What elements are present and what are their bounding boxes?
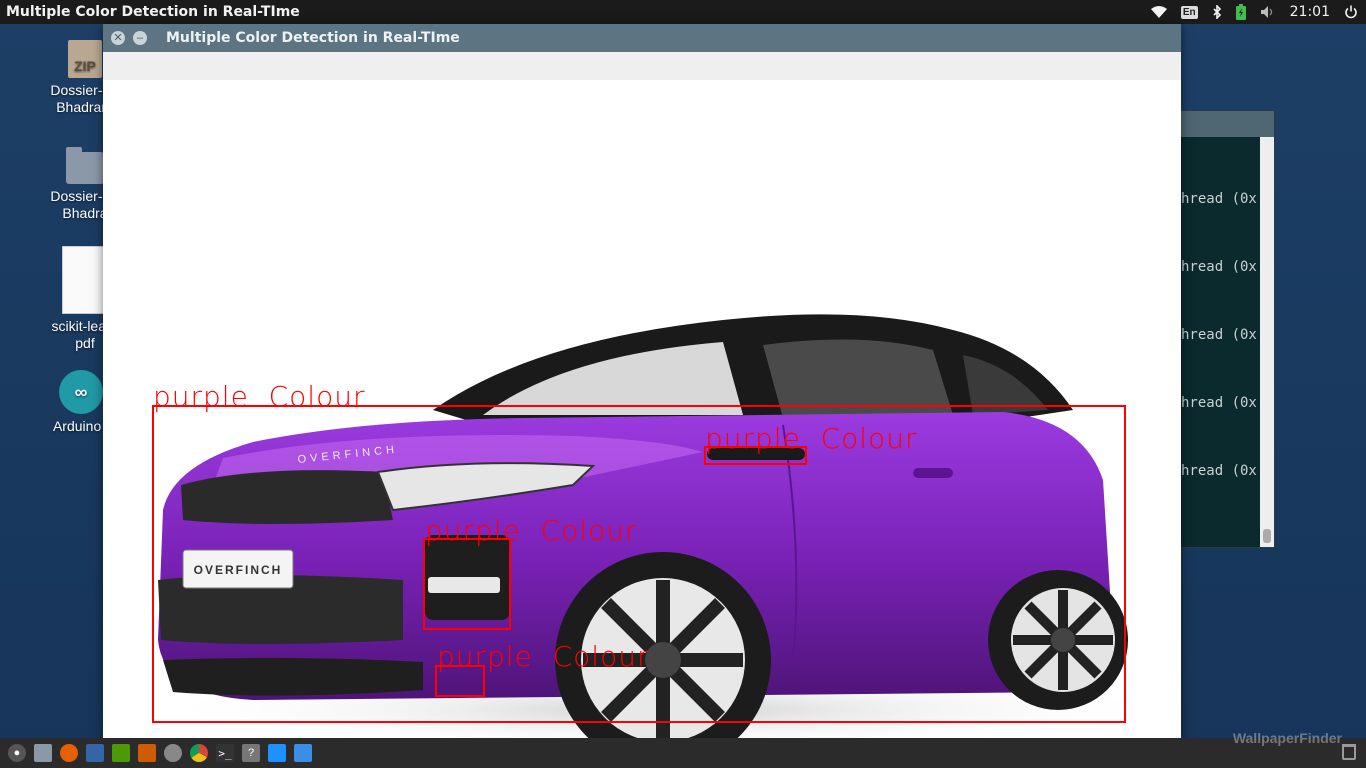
top-panel: Multiple Color Detection in Real-TIme En…: [0, 0, 1366, 24]
clock[interactable]: 21:01: [1290, 4, 1330, 20]
window-titlebar[interactable]: ✕ – Multiple Color Detection in Real-TIm…: [103, 24, 1181, 52]
terminal-line: hread (0x: [1181, 327, 1257, 343]
detection-box: [152, 405, 1126, 723]
color-detection-window[interactable]: ✕ – Multiple Color Detection in Real-TIm…: [103, 24, 1181, 740]
detection-box: [423, 538, 511, 630]
trash-icon[interactable]: [1342, 744, 1356, 760]
window-toolbar: [103, 52, 1181, 80]
show-desktop-icon[interactable]: ●: [8, 744, 26, 762]
bluetooth-icon[interactable]: [1212, 5, 1222, 19]
close-icon[interactable]: ✕: [111, 31, 125, 45]
writer-icon[interactable]: [86, 744, 104, 762]
video-frame: OVERFINCH OVERFINCH purple Colour purple…: [103, 80, 1181, 740]
folder-blue-icon[interactable]: [268, 744, 286, 762]
terminal-line: hread (0x: [1181, 463, 1257, 479]
bottom-taskbar: ● >_ ?: [0, 738, 1366, 768]
calc-icon[interactable]: [112, 744, 130, 762]
zip-archive-icon: ZIP: [68, 40, 102, 78]
terminal-line: hread (0x: [1181, 191, 1257, 207]
terminal-scrollbar-thumb[interactable]: [1263, 529, 1271, 543]
minimize-icon[interactable]: –: [133, 31, 147, 45]
wallpaper-watermark: WallpaperFinder: [1232, 730, 1342, 746]
volume-icon[interactable]: [1260, 5, 1276, 19]
arduino-icon: ∞: [59, 370, 103, 414]
power-icon[interactable]: [1344, 5, 1358, 19]
terminal-line: hread (0x: [1181, 259, 1257, 275]
files-icon[interactable]: [34, 744, 52, 762]
terminal-scrollbar[interactable]: [1260, 137, 1274, 547]
window-title: Multiple Color Detection in Real-TIme: [166, 30, 460, 46]
detection-label: purple Colour: [153, 380, 366, 413]
active-window-title: Multiple Color Detection in Real-TIme: [6, 4, 300, 20]
help-icon[interactable]: ?: [242, 744, 260, 762]
wifi-icon[interactable]: [1150, 6, 1167, 18]
impress-icon[interactable]: [138, 744, 156, 762]
terminal-icon[interactable]: >_: [216, 744, 234, 762]
window-switcher-icon[interactable]: [294, 744, 312, 762]
folder-icon: [66, 147, 104, 184]
chrome-icon[interactable]: [190, 744, 208, 762]
detection-label: purple Colour: [705, 422, 918, 455]
pdf-document-icon: [62, 246, 108, 314]
keyboard-layout-indicator[interactable]: En: [1180, 5, 1198, 19]
battery-icon[interactable]: [1235, 4, 1246, 20]
settings-icon[interactable]: [164, 744, 182, 762]
detection-label: purple Colour: [437, 640, 650, 673]
detection-label: purple Colour: [425, 514, 638, 547]
firefox-icon[interactable]: [60, 744, 78, 762]
system-indicators: En 21:01: [1150, 0, 1358, 24]
terminal-line: hread (0x: [1181, 395, 1257, 411]
